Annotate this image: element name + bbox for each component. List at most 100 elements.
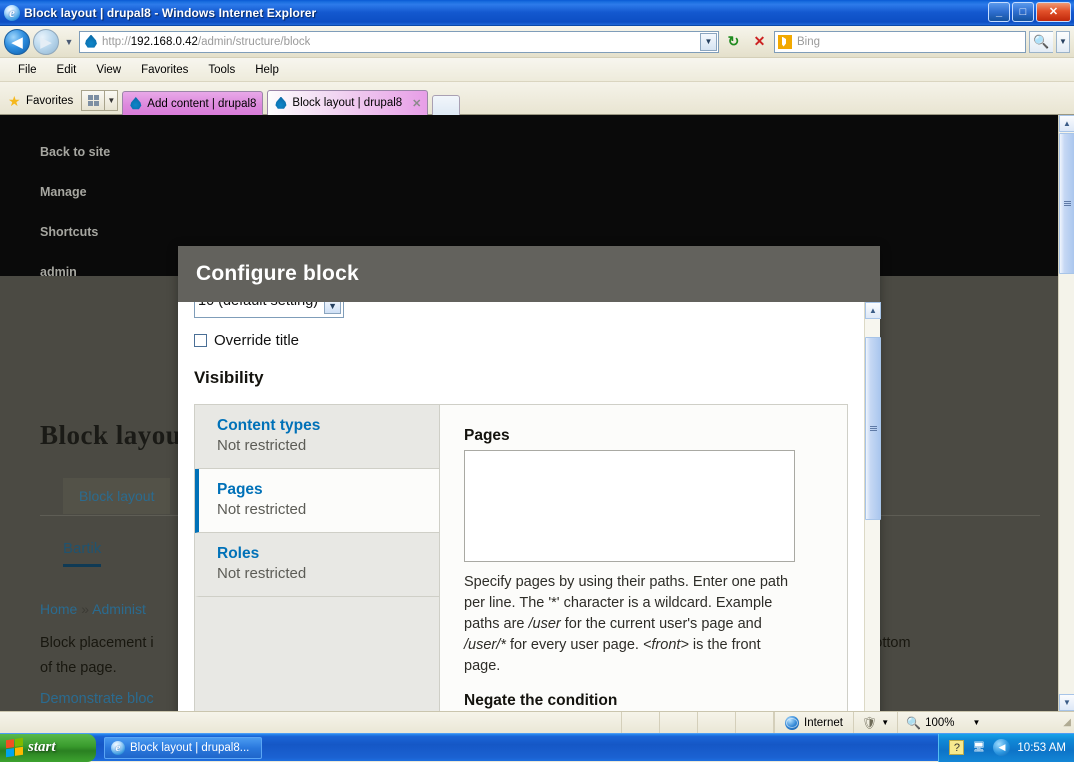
vertical-tab-content-types[interactable]: Content types Not restricted <box>195 405 439 469</box>
zoom-dropdown-icon[interactable]: ▼ <box>973 718 981 727</box>
menu-tools[interactable]: Tools <box>198 61 245 79</box>
vertical-tab-title: Roles <box>217 545 260 562</box>
tab-close-icon[interactable]: ✕ <box>412 97 421 110</box>
weight-select-value: 10 (default setting) <box>198 302 318 309</box>
breadcrumb-home[interactable]: Home <box>40 601 77 617</box>
tab-label: Block layout | drupal8 <box>292 97 403 109</box>
theme-tab-bartik[interactable]: Bartik <box>63 540 102 567</box>
status-bar: Internet 🛡 ▼ 🔍 100% ▼ ◢ <box>0 711 1074 734</box>
breadcrumb-administration[interactable]: Administ <box>92 601 146 617</box>
vertical-tab-roles[interactable]: Roles Not restricted <box>195 533 439 597</box>
local-tab-block-layout[interactable]: Block layout <box>63 478 171 514</box>
shield-icon: 🛡 <box>862 715 878 730</box>
override-title-label: Override title <box>214 332 300 349</box>
favorites-button[interactable]: ★ Favorites <box>6 88 81 114</box>
maximize-button[interactable]: □ <box>1012 2 1034 22</box>
security-zone-indicator[interactable]: Internet <box>774 711 854 734</box>
menu-edit[interactable]: Edit <box>47 61 87 79</box>
status-cell-3 <box>698 711 736 734</box>
pages-field-label: Pages <box>464 427 510 444</box>
negate-condition-heading: Negate the condition <box>464 692 618 709</box>
protected-mode-indicator[interactable]: 🛡 ▼ <box>854 711 899 734</box>
help-notification-icon[interactable]: ? <box>949 740 965 755</box>
override-title-checkbox[interactable] <box>194 334 207 347</box>
status-message-area <box>0 711 622 734</box>
override-title-row[interactable]: Override title <box>194 332 848 349</box>
toolbar-item-back-to-site[interactable]: Back to site <box>40 145 110 159</box>
pages-field-description: Specify pages by using their paths. Ente… <box>464 572 794 677</box>
quick-tabs-button[interactable] <box>81 90 106 111</box>
desc-part-3: for every user page. <box>505 637 643 653</box>
chevron-down-icon[interactable]: ▼ <box>324 302 342 314</box>
demonstrate-block-regions-link[interactable]: Demonstrate bloc <box>40 691 154 707</box>
desc-example-user-wildcard: /user/* <box>464 637 506 653</box>
start-button[interactable]: start <box>0 733 96 762</box>
search-go-button[interactable]: 🔍 <box>1029 30 1053 53</box>
star-icon: ★ <box>8 93 21 109</box>
menu-file[interactable]: File <box>8 61 47 79</box>
search-dropdown-icon[interactable]: ▼ <box>1056 30 1070 53</box>
search-input[interactable]: Bing <box>774 30 1026 53</box>
taskbar-item-block-layout[interactable]: e Block layout | drupal8... <box>104 736 262 759</box>
windows-logo-icon <box>6 737 23 758</box>
url-dropdown-icon[interactable]: ▼ <box>700 32 717 51</box>
network-icon[interactable]: 🖥 <box>971 740 986 755</box>
tab-label: Add content | drupal8 <box>147 97 257 110</box>
clock: 10:53 AM <box>1017 741 1066 754</box>
show-hidden-icons-chevron-icon[interactable]: ◀ <box>993 739 1011 756</box>
drupal-favicon-icon <box>84 34 98 49</box>
stop-button[interactable]: ✕ <box>748 30 771 53</box>
status-cell-4 <box>736 711 774 734</box>
favorites-label: Favorites <box>26 95 74 107</box>
theme-tabs: Bartik <box>63 540 102 567</box>
grip-icon <box>1063 200 1071 208</box>
globe-icon <box>785 715 799 730</box>
scroll-up-arrow-icon[interactable]: ▲ <box>1059 115 1074 132</box>
drupal-favicon-icon <box>274 96 287 110</box>
history-dropdown-icon[interactable]: ▼ <box>62 37 76 47</box>
vertical-tab-pages[interactable]: Pages Not restricted <box>195 469 439 533</box>
url-text: http://192.168.0.42/admin/structure/bloc… <box>102 35 311 48</box>
window-controls: _ □ ✕ <box>988 2 1071 22</box>
region-weight-select[interactable]: 10 (default setting) ▼ <box>194 302 345 318</box>
vertical-tab-list: Content types Not restricted Pages Not r… <box>195 405 440 711</box>
refresh-button[interactable]: ↻ <box>722 30 745 53</box>
forward-button[interactable]: ▶ <box>33 28 59 55</box>
zoom-control[interactable]: 🔍 100% ▼ <box>898 712 988 734</box>
start-label: start <box>28 739 56 755</box>
minimize-button[interactable]: _ <box>988 2 1010 22</box>
menu-favorites[interactable]: Favorites <box>131 61 198 79</box>
window-title: Block layout | drupal8 - Windows Interne… <box>24 5 317 20</box>
scroll-down-arrow-icon[interactable]: ▼ <box>1059 694 1074 711</box>
dialog-scroll-up-arrow-icon[interactable]: ▲ <box>865 302 881 319</box>
menu-help[interactable]: Help <box>245 61 289 79</box>
resize-grip-icon[interactable]: ◢ <box>1063 717 1074 728</box>
tab-list-dropdown-icon[interactable]: ▼ <box>105 90 119 111</box>
zoom-magnifier-icon: 🔍 <box>906 715 922 730</box>
vertical-tab-title: Pages <box>217 481 263 498</box>
search-placeholder: Bing <box>797 35 821 48</box>
status-cell-1 <box>622 711 660 734</box>
menu-view[interactable]: View <box>86 61 131 79</box>
page-scrollbar-thumb[interactable] <box>1059 133 1074 274</box>
url-input[interactable]: http://192.168.0.42/admin/structure/bloc… <box>79 30 719 53</box>
vertical-tab-title: Content types <box>217 417 321 434</box>
toolbar-item-shortcuts[interactable]: Shortcuts <box>40 225 98 239</box>
status-cell-2 <box>660 711 698 734</box>
tab-add-content[interactable]: Add content | drupal8 <box>122 91 264 115</box>
toolbar-item-manage[interactable]: Manage <box>40 185 87 199</box>
back-button[interactable]: ◀ <box>4 28 30 55</box>
breadcrumb: Home » Administ <box>40 601 146 617</box>
tab-block-layout[interactable]: Block layout | drupal8 ✕ <box>267 90 429 115</box>
new-tab-button[interactable] <box>432 95 461 117</box>
menu-bar: File Edit View Favorites Tools Help <box>0 58 1074 82</box>
protected-dropdown-icon[interactable]: ▼ <box>881 718 889 727</box>
close-button[interactable]: ✕ <box>1036 2 1071 22</box>
vertical-tab-summary: Not restricted <box>217 501 307 518</box>
zone-label: Internet <box>804 716 843 729</box>
dialog-scrollbar[interactable]: ▲ ▼ <box>864 302 881 711</box>
pages-textarea[interactable] <box>464 450 795 562</box>
taskbar: start e Block layout | drupal8... ? 🖥 ◀ … <box>0 733 1074 762</box>
dialog-scrollbar-thumb[interactable] <box>865 337 881 520</box>
page-scrollbar[interactable]: ▲ ▼ <box>1058 115 1074 711</box>
